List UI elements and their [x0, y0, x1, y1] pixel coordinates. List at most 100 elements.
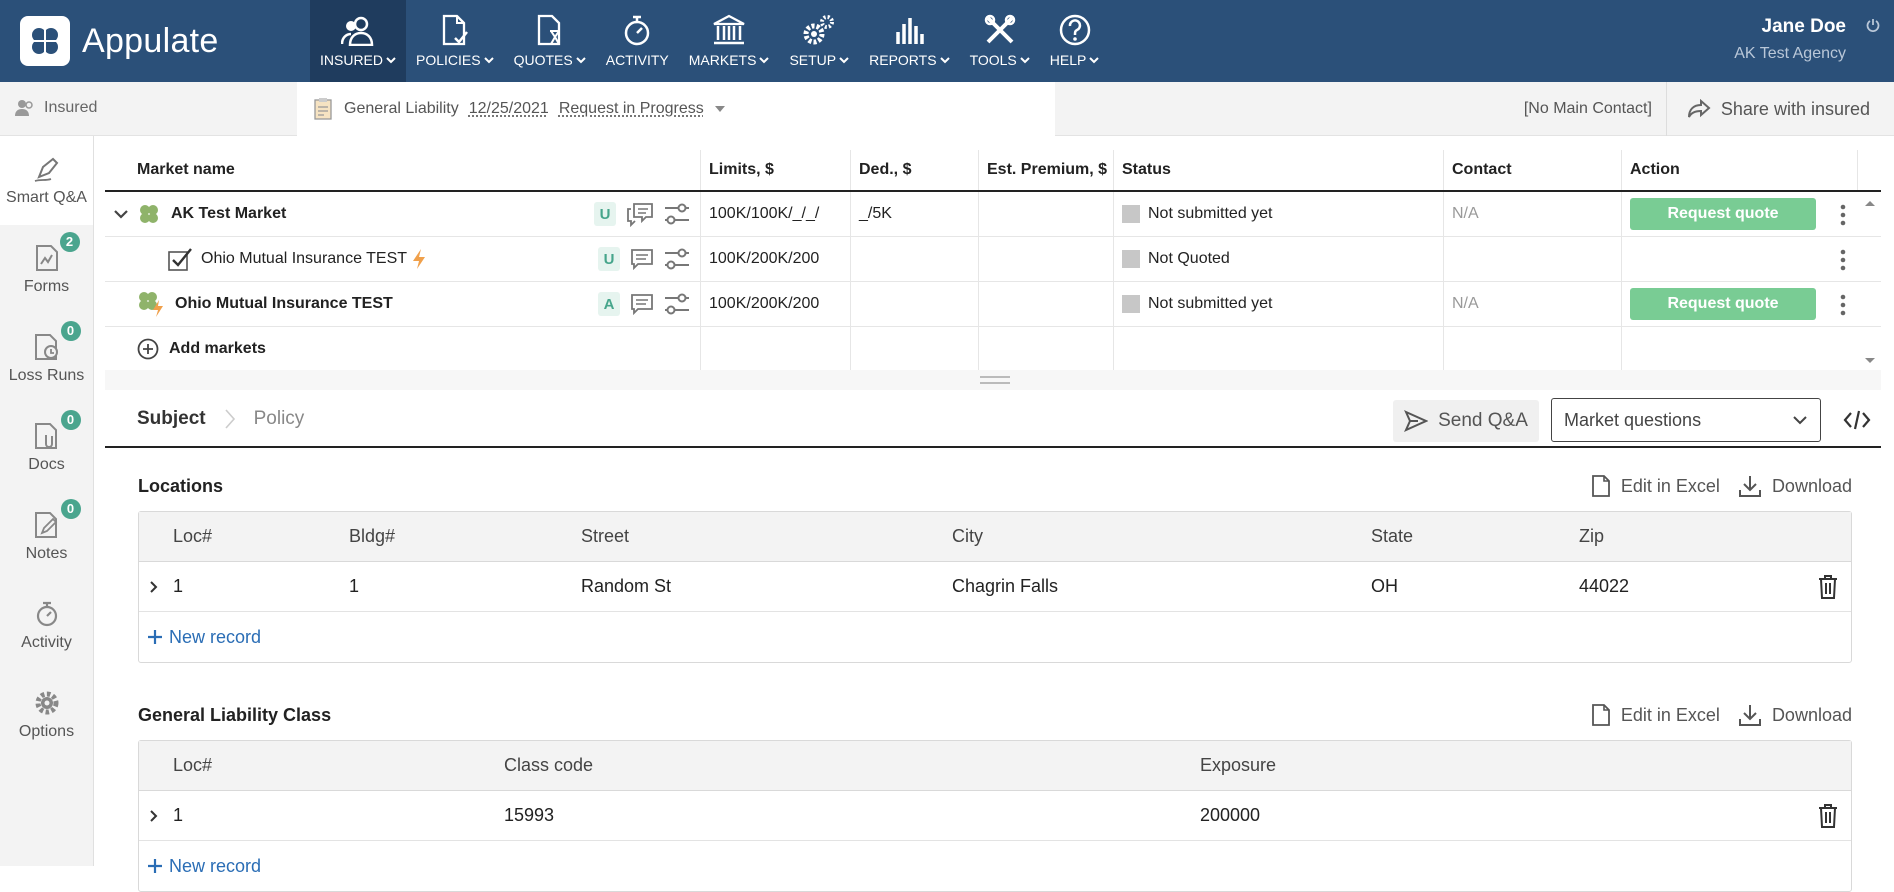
table-row[interactable]: 1 1 Random St Chagrin Falls OH 44022	[139, 562, 1851, 612]
cell-loc[interactable]: 1	[173, 562, 183, 611]
policy-status[interactable]: Request in Progress	[559, 100, 704, 118]
market-contact[interactable]: N/A	[1444, 192, 1622, 236]
col-market-name[interactable]: Market name	[105, 150, 701, 190]
market-action-cell	[1622, 237, 1858, 281]
market-ded[interactable]	[851, 237, 979, 281]
code-icon[interactable]	[1843, 408, 1871, 432]
market-contact[interactable]: N/A	[1444, 282, 1622, 326]
nav-setup[interactable]: SETUP	[779, 0, 859, 82]
market-name-cell: Ohio Mutual Insurance TEST A	[105, 282, 701, 326]
gl-class-download-button[interactable]: Download	[1738, 703, 1852, 727]
nav-reports[interactable]: REPORTS	[859, 0, 959, 82]
settings-sliders-icon[interactable]	[664, 292, 690, 316]
chevron-right-icon[interactable]	[149, 809, 159, 823]
market-ded[interactable]: _/5K	[851, 192, 979, 236]
nav-policies[interactable]: POLICIES	[406, 0, 504, 82]
nav-activity[interactable]: ACTIVITY	[596, 0, 679, 82]
breadcrumb-policy[interactable]: Policy	[254, 408, 305, 430]
sidebar-item-forms[interactable]: 2 Forms	[0, 225, 93, 314]
col-loc: Loc#	[173, 755, 213, 775]
request-quote-button[interactable]: Request quote	[1630, 288, 1816, 320]
sidebar-item-loss-runs[interactable]: 0 Loss Runs	[0, 314, 93, 403]
request-quote-button[interactable]: Request quote	[1630, 198, 1816, 230]
nav-tools[interactable]: TOOLS	[960, 0, 1040, 82]
chat-bubbles-icon[interactable]	[626, 201, 654, 227]
market-premium[interactable]	[979, 237, 1114, 281]
locations-download-button[interactable]: Download	[1738, 474, 1852, 498]
market-row[interactable]: Ohio Mutual Insurance TEST A 100K/200K/2…	[105, 282, 1881, 327]
cell-state[interactable]: OH	[1371, 562, 1398, 611]
insured-label: Insured	[44, 99, 98, 116]
locations-new-record-button[interactable]: New record	[139, 612, 1851, 662]
notes-badge: 0	[60, 498, 81, 519]
markets-scrollbar[interactable]	[1860, 196, 1880, 368]
market-row[interactable]: AK Test Market U 100K/100K/_/_/ _/5K Not…	[105, 192, 1881, 237]
market-limits[interactable]: 100K/200K/200	[701, 282, 851, 326]
cell-loc[interactable]: 1	[173, 791, 183, 840]
clover-lightning-icon	[139, 292, 163, 317]
settings-sliders-icon[interactable]	[664, 202, 690, 226]
market-limits[interactable]: 100K/200K/200	[701, 237, 851, 281]
col-contact[interactable]: Contact	[1444, 150, 1622, 190]
col-est-premium[interactable]: Est. Premium, $	[979, 150, 1114, 190]
insured-breadcrumb[interactable]: Insured	[14, 99, 97, 117]
policy-type: General Liability	[344, 100, 459, 117]
nav-insured[interactable]: INSURED	[310, 0, 407, 82]
chevron-down-icon[interactable]	[113, 209, 129, 219]
add-markets-button[interactable]: Add markets	[137, 338, 266, 360]
cell-bldg[interactable]: 1	[349, 562, 359, 611]
market-questions-select[interactable]: Market questions	[1551, 398, 1821, 442]
market-contact[interactable]	[1444, 237, 1622, 281]
col-ded[interactable]: Ded., $	[851, 150, 979, 190]
cell-street[interactable]: Random St	[581, 562, 671, 611]
market-row[interactable]: Ohio Mutual Insurance TEST U 100K/200K/2…	[105, 237, 1881, 282]
more-vertical-icon[interactable]	[1840, 204, 1846, 226]
tools-icon	[984, 10, 1016, 46]
main-nav: INSURED POLICIES QUOTES ACTIVITY MARKETS	[310, 0, 1109, 82]
status-square-icon	[1122, 250, 1140, 268]
col-status[interactable]: Status	[1114, 150, 1444, 190]
power-icon[interactable]	[1866, 18, 1880, 32]
sidebar-item-activity[interactable]: Activity	[0, 581, 93, 670]
send-qa-button[interactable]: Send Q&A	[1393, 400, 1539, 442]
sidebar-item-docs[interactable]: 0 Docs	[0, 403, 93, 492]
cell-city[interactable]: Chagrin Falls	[952, 562, 1058, 611]
main-contact-link[interactable]: [No Main Contact]	[1524, 100, 1652, 118]
resize-handle[interactable]	[980, 376, 1010, 384]
col-limits[interactable]: Limits, $	[701, 150, 851, 190]
trash-icon[interactable]	[1817, 574, 1839, 600]
cell-zip[interactable]: 44022	[1579, 562, 1629, 611]
more-vertical-icon[interactable]	[1840, 294, 1846, 316]
table-row[interactable]: 1 15993 200000	[139, 791, 1851, 841]
gl-class-edit-in-excel-button[interactable]: Edit in Excel	[1591, 703, 1720, 727]
settings-sliders-icon[interactable]	[664, 247, 690, 271]
sidebar-item-notes[interactable]: 0 Notes	[0, 492, 93, 581]
chat-bubble-icon[interactable]	[630, 293, 654, 315]
nav-markets[interactable]: MARKETS	[679, 0, 780, 82]
chevron-right-icon[interactable]	[149, 580, 159, 594]
more-vertical-icon[interactable]	[1840, 249, 1846, 271]
app-logo[interactable]: Appulate	[20, 16, 219, 66]
breadcrumb-subject[interactable]: Subject	[137, 408, 206, 430]
nav-help[interactable]: HELP	[1040, 0, 1110, 82]
market-premium[interactable]	[979, 282, 1114, 326]
sidebar-item-options[interactable]: Options	[0, 670, 93, 759]
market-limits[interactable]: 100K/100K/_/_/	[701, 192, 851, 236]
caret-down-icon[interactable]	[714, 105, 726, 113]
cell-class-code[interactable]: 15993	[504, 791, 554, 840]
gl-class-new-record-button[interactable]: New record	[139, 841, 1851, 891]
policy-selector[interactable]: General Liability 12/25/2021 Request in …	[297, 82, 1055, 136]
sidebar-item-smart-qa[interactable]: Smart Q&A	[0, 136, 93, 225]
share-with-insured-button[interactable]: Share with insured	[1665, 82, 1894, 136]
policy-date[interactable]: 12/25/2021	[469, 100, 549, 118]
cell-exposure[interactable]: 200000	[1200, 791, 1260, 840]
locations-edit-in-excel-button[interactable]: Edit in Excel	[1591, 474, 1720, 498]
policy-doc-icon	[441, 10, 469, 46]
checkbox-checked-icon[interactable]	[167, 246, 193, 272]
market-ded[interactable]	[851, 282, 979, 326]
nav-quotes[interactable]: QUOTES	[504, 0, 596, 82]
trash-icon[interactable]	[1817, 803, 1839, 829]
user-menu[interactable]: Jane Doe AK Test Agency	[1734, 16, 1846, 63]
market-premium[interactable]	[979, 192, 1114, 236]
chat-bubble-icon[interactable]	[630, 248, 654, 270]
